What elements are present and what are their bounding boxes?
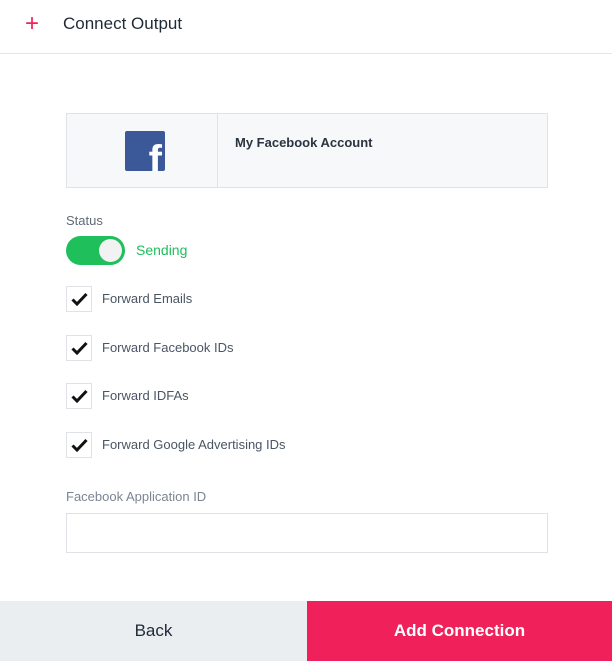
plus-icon: + <box>24 10 39 37</box>
checkmark-icon <box>71 341 88 355</box>
forward-facebook-ids-checkbox[interactable] <box>66 335 92 361</box>
back-button[interactable]: Back <box>0 601 307 661</box>
add-connection-button[interactable]: Add Connection <box>307 601 612 661</box>
account-card: f My Facebook Account <box>66 113 548 188</box>
forward-emails-label: Forward Emails <box>102 291 193 306</box>
app-id-label: Facebook Application ID <box>66 489 207 504</box>
forward-google-advertising-ids-checkbox[interactable] <box>66 432 92 458</box>
app-id-input[interactable] <box>66 513 548 553</box>
status-label: Status <box>66 213 103 228</box>
forward-google-advertising-ids-label: Forward Google Advertising IDs <box>102 437 286 452</box>
forward-emails-checkbox[interactable] <box>66 286 92 312</box>
forward-google-advertising-ids-option[interactable]: Forward Google Advertising IDs <box>66 432 366 458</box>
checkmark-icon <box>71 438 88 452</box>
status-toggle[interactable] <box>66 236 125 265</box>
page-title: Connect Output <box>63 14 183 33</box>
status-state-text: Sending <box>136 242 188 258</box>
account-logo-cell: f <box>67 114 218 187</box>
checkmark-icon <box>71 389 88 403</box>
checkmark-icon <box>71 292 88 306</box>
forward-facebook-ids-option[interactable]: Forward Facebook IDs <box>66 335 366 361</box>
facebook-logo-icon: f <box>125 131 165 171</box>
forward-idfas-option[interactable]: Forward IDFAs <box>66 383 366 409</box>
forward-idfas-label: Forward IDFAs <box>102 388 189 403</box>
toggle-knob <box>99 239 122 262</box>
forward-emails-option[interactable]: Forward Emails <box>66 286 366 312</box>
page-header: + Connect Output <box>0 0 612 54</box>
forward-idfas-checkbox[interactable] <box>66 383 92 409</box>
account-name: My Facebook Account <box>235 135 373 150</box>
forward-facebook-ids-label: Forward Facebook IDs <box>102 340 234 355</box>
